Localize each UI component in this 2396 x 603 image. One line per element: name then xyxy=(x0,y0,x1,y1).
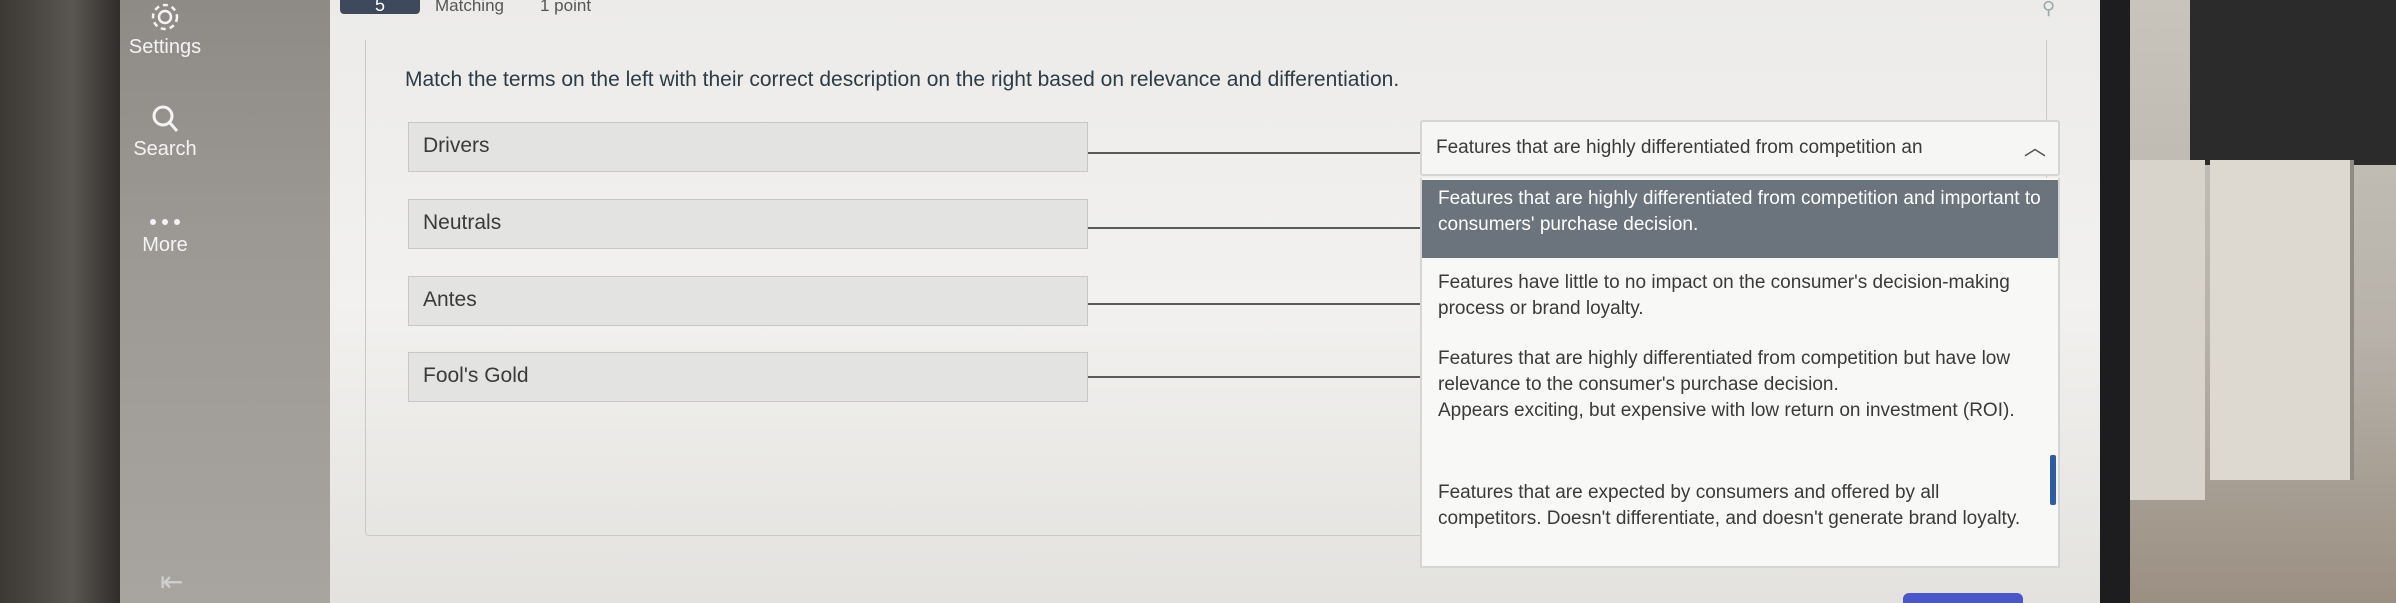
dropdown-option[interactable]: Features that are highly differentiated … xyxy=(1422,180,2058,258)
select-value: Features that are highly differentiated … xyxy=(1436,137,1923,158)
room-background xyxy=(2130,0,2396,603)
nav-more[interactable]: More xyxy=(120,212,210,257)
nav-settings[interactable]: Settings xyxy=(120,0,210,59)
gear-icon xyxy=(151,3,179,31)
question-points: 1 point xyxy=(540,0,592,15)
term-drivers: Drivers xyxy=(408,122,1088,172)
question-type: Matching xyxy=(435,0,504,15)
select-dropdown: Features that are highly differentiated … xyxy=(1420,178,2060,568)
nav-settings-label: Settings xyxy=(128,36,202,58)
question-number: 5 xyxy=(340,0,420,15)
term-neutrals: Neutrals xyxy=(408,199,1088,249)
monitor-bezel xyxy=(0,0,120,603)
question-header: 5 Matching 1 point ⚲ xyxy=(330,0,2100,20)
collapse-arrow-icon[interactable]: ⇤ xyxy=(160,565,183,598)
nav-search-label: Search xyxy=(133,138,197,160)
pin-icon[interactable]: ⚲ xyxy=(2042,0,2055,19)
left-nav: Settings Search More ⇤ xyxy=(120,0,330,603)
dropdown-option[interactable]: Features have little to no impact on the… xyxy=(1422,264,2058,328)
question-prompt: Match the terms on the left with their c… xyxy=(405,68,1400,91)
dropdown-scrollbar[interactable] xyxy=(2050,455,2056,505)
match-select-drivers[interactable]: Features that are highly differentiated … xyxy=(1420,120,2060,176)
term-fools-gold: Fool's Gold xyxy=(408,352,1088,402)
next-button[interactable] xyxy=(1903,593,2023,603)
dropdown-option[interactable]: Appears exciting, but expensive with low… xyxy=(1422,392,2058,430)
term-antes: Antes xyxy=(408,276,1088,326)
nav-search[interactable]: Search xyxy=(120,102,210,161)
monitor-frame xyxy=(2100,0,2130,603)
more-dots-icon xyxy=(150,219,180,225)
search-icon xyxy=(152,105,179,132)
dropdown-option[interactable]: Features that are expected by consumers … xyxy=(1422,474,2058,538)
nav-more-label: More xyxy=(142,234,188,256)
chevron-up-icon[interactable]: ︿ xyxy=(2024,122,2046,174)
